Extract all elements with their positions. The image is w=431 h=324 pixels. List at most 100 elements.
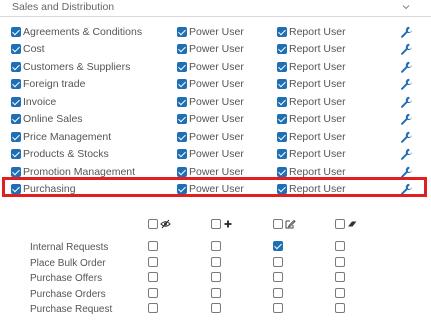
report-user-label: Report User bbox=[289, 78, 346, 91]
grid-row-label: Purchase Orders bbox=[30, 288, 106, 300]
grid-cell-checkbox[interactable] bbox=[148, 272, 158, 282]
plus-icon bbox=[224, 220, 232, 228]
permission-row: Invoice Power User Report User bbox=[0, 95, 431, 112]
grid-cell-checkbox[interactable] bbox=[273, 287, 283, 298]
power-user-label: Power User bbox=[189, 78, 244, 91]
report-user-checkbox[interactable] bbox=[277, 131, 287, 142]
module-label: Invoice bbox=[23, 95, 57, 108]
grid-cell-checkbox[interactable] bbox=[273, 303, 283, 313]
permission-row: Price Management Power User Report User bbox=[0, 130, 431, 147]
report-user-checkbox[interactable] bbox=[277, 27, 287, 37]
permission-row: Cost Power User Report User bbox=[0, 42, 431, 59]
module-label: Promotion Management bbox=[23, 165, 136, 178]
report-user-label: Report User bbox=[289, 26, 346, 38]
grid-cell-checkbox[interactable] bbox=[211, 272, 221, 282]
power-user-checkbox[interactable] bbox=[177, 61, 187, 72]
report-user-label: Report User bbox=[289, 60, 346, 73]
module-checkbox[interactable] bbox=[11, 149, 21, 160]
grid-cell-checkbox[interactable] bbox=[273, 272, 283, 282]
grid-cell-checkbox[interactable] bbox=[335, 241, 345, 251]
eye-off-icon bbox=[160, 219, 171, 229]
grid-cell-checkbox[interactable] bbox=[273, 241, 283, 251]
power-user-checkbox[interactable] bbox=[177, 44, 187, 55]
grid-cell-checkbox[interactable] bbox=[273, 256, 283, 267]
column-checkbox[interactable] bbox=[211, 219, 221, 229]
highlight-box bbox=[2, 177, 427, 197]
report-user-checkbox[interactable] bbox=[277, 149, 287, 160]
report-user-checkbox[interactable] bbox=[277, 96, 287, 107]
wrench-icon[interactable] bbox=[400, 131, 413, 144]
edit-icon bbox=[285, 219, 296, 229]
power-user-checkbox[interactable] bbox=[177, 79, 187, 90]
module-checkbox[interactable] bbox=[11, 131, 21, 142]
report-user-checkbox[interactable] bbox=[277, 61, 287, 72]
section-title: Sales and Distribution bbox=[12, 1, 115, 13]
module-label: Price Management bbox=[23, 130, 112, 143]
wrench-icon[interactable] bbox=[400, 26, 413, 39]
module-label: Customers & Suppliers bbox=[23, 60, 131, 73]
column-checkbox[interactable] bbox=[335, 219, 345, 229]
eraser-icon bbox=[348, 221, 357, 227]
module-label: Online Sales bbox=[23, 113, 83, 126]
permission-row: Online Sales Power User Report User bbox=[0, 112, 431, 129]
report-user-label: Report User bbox=[289, 95, 346, 108]
power-user-checkbox[interactable] bbox=[177, 149, 187, 160]
grid-cell-checkbox[interactable] bbox=[148, 256, 158, 267]
grid-cell-checkbox[interactable] bbox=[335, 256, 345, 267]
power-user-checkbox[interactable] bbox=[177, 96, 187, 107]
power-user-label: Power User bbox=[189, 43, 244, 56]
grid-cell-checkbox[interactable] bbox=[211, 303, 221, 313]
grid-cell-checkbox[interactable] bbox=[211, 287, 221, 298]
power-user-checkbox[interactable] bbox=[177, 27, 187, 37]
module-label: Foreign trade bbox=[23, 78, 86, 91]
wrench-icon[interactable] bbox=[400, 78, 413, 91]
grid-cell-checkbox[interactable] bbox=[148, 303, 158, 313]
chevron-down-icon[interactable] bbox=[401, 2, 411, 12]
wrench-icon[interactable] bbox=[400, 113, 413, 126]
report-user-checkbox[interactable] bbox=[277, 114, 287, 125]
module-checkbox[interactable] bbox=[11, 96, 21, 107]
wrench-icon[interactable] bbox=[400, 43, 413, 56]
power-user-label: Power User bbox=[189, 113, 244, 126]
section-header[interactable]: Sales and Distribution bbox=[0, 0, 431, 17]
grid-cell-checkbox[interactable] bbox=[335, 287, 345, 298]
grid-row-label: Purchase Request bbox=[30, 304, 113, 315]
wrench-icon[interactable] bbox=[400, 148, 413, 161]
module-checkbox[interactable] bbox=[11, 166, 21, 177]
grid-row-label: Internal Requests bbox=[30, 242, 109, 253]
module-checkbox[interactable] bbox=[11, 114, 21, 125]
power-user-label: Power User bbox=[189, 95, 244, 108]
power-user-checkbox[interactable] bbox=[177, 166, 187, 177]
module-checkbox[interactable] bbox=[11, 44, 21, 55]
wrench-icon[interactable] bbox=[400, 96, 413, 109]
module-checkbox[interactable] bbox=[11, 61, 21, 72]
permission-row: Agreements & Conditions Power User Report … bbox=[0, 25, 431, 42]
module-label: Cost bbox=[23, 43, 45, 56]
grid-cell-checkbox[interactable] bbox=[335, 303, 345, 313]
power-user-label: Power User bbox=[189, 26, 244, 38]
power-user-checkbox[interactable] bbox=[177, 131, 187, 142]
grid-row-label: Place Bulk Order bbox=[30, 257, 106, 269]
report-user-label: Report User bbox=[289, 113, 346, 126]
power-user-label: Power User bbox=[189, 130, 244, 143]
grid-cell-checkbox[interactable] bbox=[335, 272, 345, 282]
grid-cell-checkbox[interactable] bbox=[148, 287, 158, 298]
grid-cell-checkbox[interactable] bbox=[211, 241, 221, 251]
power-user-checkbox[interactable] bbox=[177, 114, 187, 125]
report-user-checkbox[interactable] bbox=[277, 79, 287, 90]
report-user-checkbox[interactable] bbox=[277, 166, 287, 177]
report-user-checkbox[interactable] bbox=[277, 44, 287, 55]
column-checkbox[interactable] bbox=[273, 219, 283, 229]
wrench-icon[interactable] bbox=[400, 61, 413, 74]
grid-cell-checkbox[interactable] bbox=[148, 241, 158, 251]
report-user-label: Report User bbox=[289, 130, 346, 143]
power-user-label: Power User bbox=[189, 148, 244, 161]
permission-row: Foreign trade Power User Report User bbox=[0, 77, 431, 94]
grid-cell-checkbox[interactable] bbox=[211, 256, 221, 267]
column-checkbox[interactable] bbox=[148, 219, 158, 229]
report-user-label: Report User bbox=[289, 148, 346, 161]
module-checkbox[interactable] bbox=[11, 79, 21, 90]
permission-row: Customers & Suppliers Power User Report Us… bbox=[0, 60, 431, 77]
grid-row-label: Purchase Offers bbox=[30, 273, 103, 284]
module-checkbox[interactable] bbox=[11, 27, 21, 37]
